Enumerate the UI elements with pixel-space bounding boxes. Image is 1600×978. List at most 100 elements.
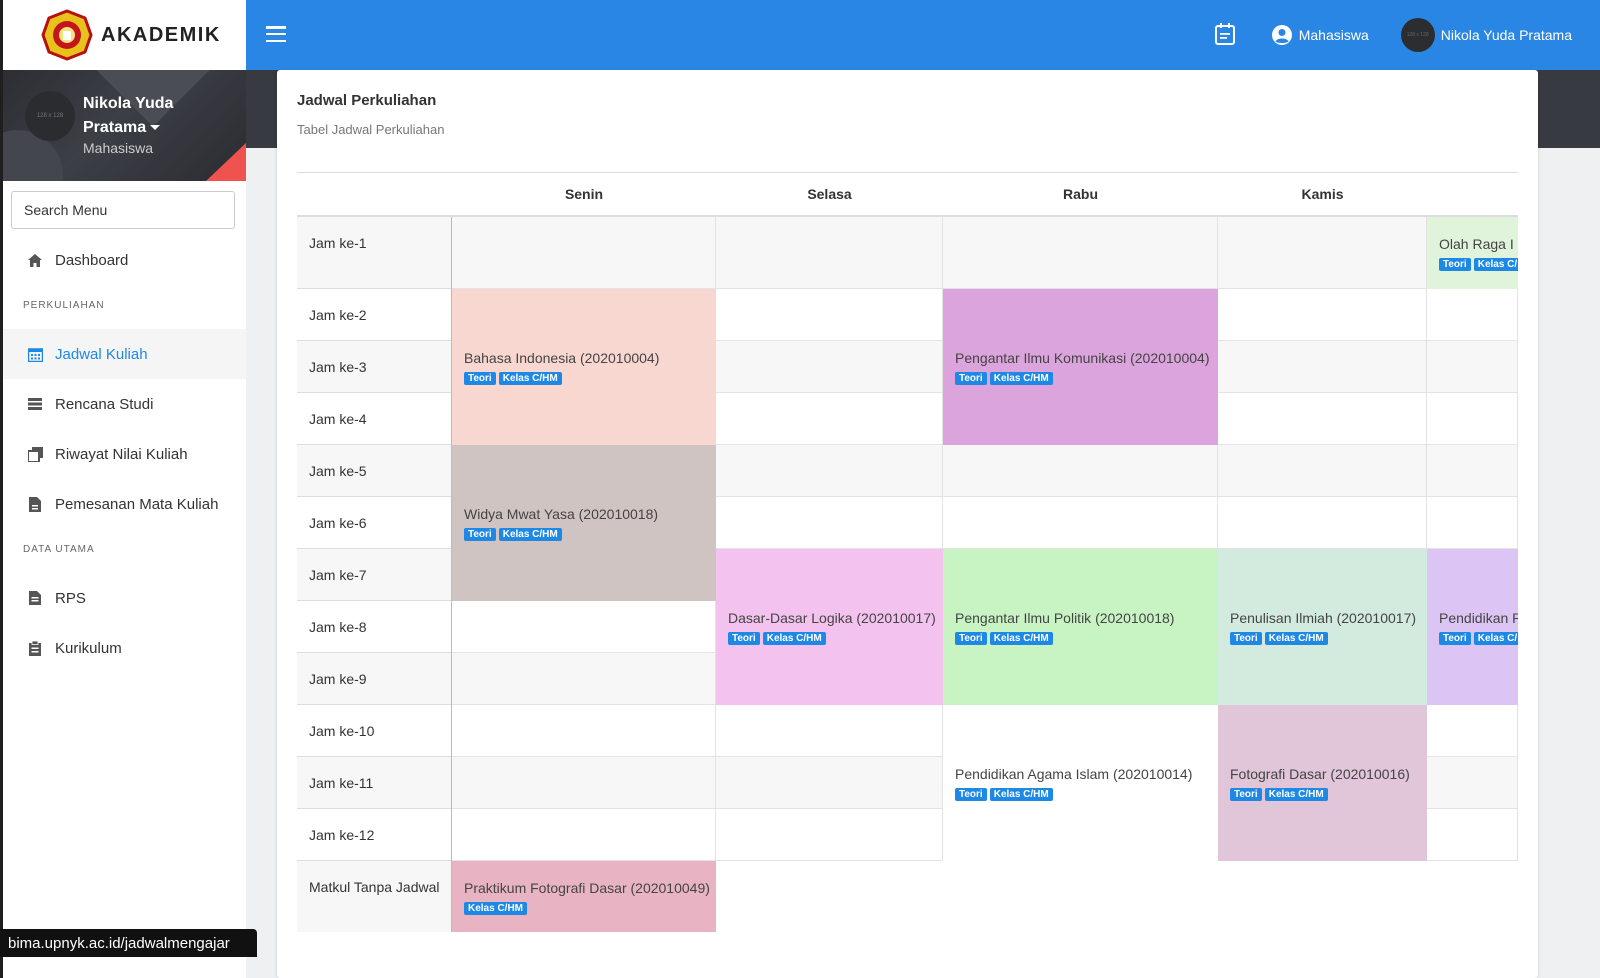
tag-badge: Teori <box>1439 631 1471 645</box>
status-url: bima.upnyk.ac.id/jadwalmengajar <box>0 929 257 957</box>
course-block[interactable]: Dasar-Dasar Logika (202010017) Teori Kela… <box>716 549 943 705</box>
table-cell <box>1427 393 1518 445</box>
profile-name-toggle[interactable]: Nikola Yuda Pratama <box>83 92 233 140</box>
menu-label: Riwayat Nilai Kuliah <box>55 445 188 463</box>
course-block[interactable]: Pendidikan P Teori Kelas C/ <box>1427 549 1518 705</box>
menu-item-dashboard[interactable]: Dashboard <box>3 235 246 285</box>
table-cell <box>1218 393 1427 445</box>
course-block[interactable]: Pengantar Ilmu Politik (202010018) Teori… <box>943 549 1218 705</box>
user-circle-icon <box>1271 25 1292 45</box>
table-cell <box>452 705 716 757</box>
menu-item-rps[interactable]: RPS <box>3 573 246 623</box>
section-label-data-utama: DATA UTAMA <box>23 543 95 555</box>
row-label: Jam ke-12 <box>297 809 452 861</box>
course-name: Fotografi Dasar (202010016) <box>1230 765 1410 782</box>
course-block[interactable]: Bahasa Indonesia (202010004) Teori Kelas … <box>452 289 716 445</box>
file-icon <box>27 496 43 512</box>
tag-badge: Teori <box>955 371 987 385</box>
brand-name: AKADEMIK <box>101 23 221 46</box>
row-label: Jam ke-7 <box>297 549 452 601</box>
search-menu-input[interactable] <box>11 191 235 229</box>
page-subtitle: Tabel Jadwal Perkuliahan <box>297 122 445 137</box>
menu-item-rencana-studi[interactable]: Rencana Studi <box>3 379 246 429</box>
row-label: Jam ke-11 <box>297 757 452 809</box>
course-block[interactable]: Pendidikan Agama Islam (202010014) Teori… <box>943 705 1218 861</box>
tag-badge: Kelas C/HM <box>989 371 1053 385</box>
course-block[interactable]: Widya Mwat Yasa (202010018) Teori Kelas C… <box>452 445 716 601</box>
table-cell <box>716 217 943 289</box>
column-header <box>1427 173 1518 217</box>
row-label: Jam ke-10 <box>297 705 452 757</box>
column-header: Rabu <box>943 173 1218 217</box>
table-cell <box>452 653 716 705</box>
table-cell <box>716 393 943 445</box>
course-block[interactable]: Penulisan Ilmiah (202010017) Teori Kelas … <box>1218 549 1427 705</box>
menu-label: RPS <box>55 589 86 607</box>
course-block[interactable]: Olah Raga I ( Teori Kelas C/ <box>1427 217 1518 289</box>
table-cell <box>1427 705 1518 757</box>
home-icon <box>27 252 43 268</box>
menu-label: Kurikulum <box>55 639 122 657</box>
table-cell <box>716 289 943 341</box>
tag-badge: Teori <box>1230 631 1262 645</box>
tag-badge: Kelas C/HM <box>498 371 562 385</box>
table-cell <box>1218 217 1427 289</box>
tag-badge: Kelas C/HM <box>464 901 528 915</box>
table-cell <box>716 809 943 861</box>
tag-badge: Kelas C/HM <box>762 631 826 645</box>
course-name: Pendidikan Agama Islam (202010014) <box>955 765 1193 782</box>
course-name: Praktikum Fotografi Dasar (202010049) <box>464 879 710 896</box>
course-name: Penulisan Ilmiah (202010017) <box>1230 609 1417 626</box>
calendar-icon <box>27 346 43 362</box>
hamburger-menu-icon[interactable] <box>266 26 286 42</box>
menu-label: Dashboard <box>55 251 129 269</box>
table-cell <box>1427 809 1518 861</box>
tag-badge: Teori <box>464 371 496 385</box>
table-cell <box>1427 757 1518 809</box>
course-block[interactable]: Pengantar Ilmu Komunikasi (202010004) Te… <box>943 289 1218 445</box>
course-name: Pendidikan P <box>1439 609 1518 626</box>
page-title: Jadwal Perkuliahan <box>297 92 437 109</box>
tag-badge: Kelas C/HM <box>1264 631 1328 645</box>
calendar-icon[interactable] <box>1214 22 1235 48</box>
profile-panel: 128 x 128 Nikola Yuda Pratama Mahasiswa <box>3 70 246 181</box>
tag-badge: Kelas C/HM <box>989 631 1053 645</box>
list-icon <box>27 396 43 412</box>
row-label: Jam ke-8 <box>297 601 452 653</box>
menu-item-kurikulum[interactable]: Kurikulum <box>3 623 246 673</box>
column-header-blank <box>297 173 452 217</box>
menu-item-jadwal-kuliah[interactable]: Jadwal Kuliah <box>3 329 246 379</box>
table-cell <box>716 445 943 497</box>
copy-icon <box>27 446 43 462</box>
table-cell <box>1427 497 1518 549</box>
row-label: Jam ke-5 <box>297 445 452 497</box>
row-label: Jam ke-2 <box>297 289 452 341</box>
tag-badge: Kelas C/HM <box>1264 787 1328 801</box>
user-menu[interactable]: 128 x 128 Nikola Yuda Pratama <box>1400 18 1572 52</box>
table-cell <box>716 497 943 549</box>
table-cell <box>1218 445 1427 497</box>
column-header: Selasa <box>716 173 943 217</box>
brand[interactable]: AKADEMIK <box>3 0 246 70</box>
table-cell <box>943 497 1218 549</box>
tag-badge: Kelas C/HM <box>498 527 562 541</box>
course-block[interactable]: Praktikum Fotografi Dasar (202010049) Ke… <box>452 861 716 932</box>
course-name: Bahasa Indonesia (202010004) <box>464 349 660 366</box>
top-navbar: Mahasiswa 128 x 128 Nikola Yuda Pratama <box>246 0 1600 70</box>
course-name: Olah Raga I ( <box>1439 235 1518 252</box>
menu-item-pemesanan[interactable]: Pemesanan Mata Kuliah <box>3 479 246 529</box>
menu-item-riwayat-nilai[interactable]: Riwayat Nilai Kuliah <box>3 429 246 479</box>
table-cell <box>943 217 1218 289</box>
tag-badge: Teori <box>955 631 987 645</box>
role-switcher[interactable]: Mahasiswa <box>1271 24 1369 46</box>
tag-badge: Kelas C/HM <box>989 787 1053 801</box>
course-block[interactable]: Fotografi Dasar (202010016) Teori Kelas C… <box>1218 705 1427 861</box>
table-cell <box>1427 341 1518 393</box>
row-label: Matkul Tanpa Jadwal <box>297 861 452 932</box>
section-label-perkuliahan: PERKULIAHAN <box>23 299 105 311</box>
tag-badge: Teori <box>1439 257 1471 271</box>
table-cell <box>943 445 1218 497</box>
table-cell <box>452 809 716 861</box>
document-icon <box>27 590 43 606</box>
course-name: Pengantar Ilmu Politik (202010018) <box>955 609 1175 626</box>
